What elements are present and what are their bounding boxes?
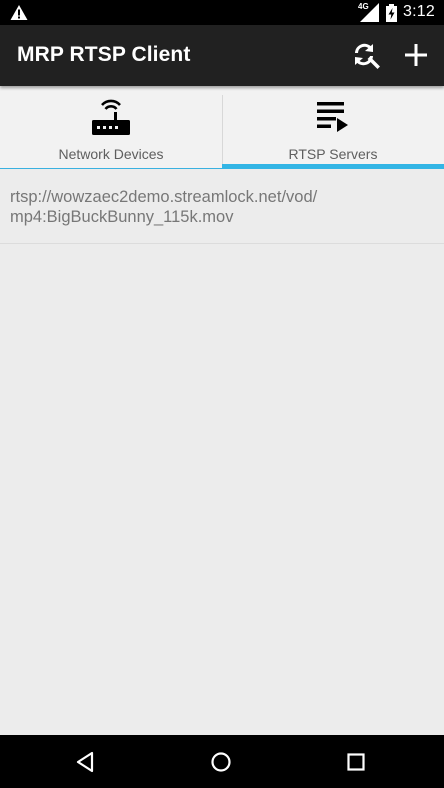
add-icon: [405, 44, 427, 66]
search-refresh-icon: [355, 43, 380, 69]
app-screen: 4G 3:12 MRP RTSP Client Network Devices …: [0, 0, 444, 788]
router-icon-wrap: [89, 96, 133, 136]
status-clock: 3:12: [403, 3, 435, 20]
tab-label-network-devices: Network Devices: [58, 146, 164, 162]
back-button[interactable]: [71, 747, 101, 777]
add-server-button[interactable]: [398, 37, 434, 73]
tab-label-rtsp-servers: RTSP Servers: [288, 146, 378, 162]
status-bar: 4G 3:12: [0, 0, 444, 25]
server-list-item[interactable]: rtsp://wowzaec2demo.streamlock.net/vod/ …: [0, 169, 444, 244]
tab-network-devices[interactable]: Network Devices: [0, 86, 222, 169]
navigation-bar: [0, 735, 444, 788]
tab-bar: Network Devices RTSP Servers: [0, 86, 444, 169]
server-list: rtsp://wowzaec2demo.streamlock.net/vod/ …: [0, 169, 444, 244]
router-icon: [92, 99, 130, 135]
server-url: rtsp://wowzaec2demo.streamlock.net/vod/ …: [10, 188, 318, 226]
network-type-label: 4G: [358, 2, 369, 11]
home-icon: [211, 752, 231, 772]
battery-charging-icon: [386, 4, 397, 22]
search-refresh-button[interactable]: [348, 37, 384, 73]
playlist-play-icon: [317, 102, 348, 132]
app-title: MRP RTSP Client: [17, 43, 191, 66]
back-icon: [76, 751, 94, 773]
tab-rtsp-servers[interactable]: RTSP Servers: [222, 86, 444, 169]
recents-icon: [347, 753, 365, 771]
app-bar: MRP RTSP Client: [0, 25, 444, 86]
warning-icon: [10, 5, 28, 20]
recents-button[interactable]: [341, 747, 371, 777]
home-button[interactable]: [206, 747, 236, 777]
playlist-play-icon-wrap: [311, 96, 355, 136]
